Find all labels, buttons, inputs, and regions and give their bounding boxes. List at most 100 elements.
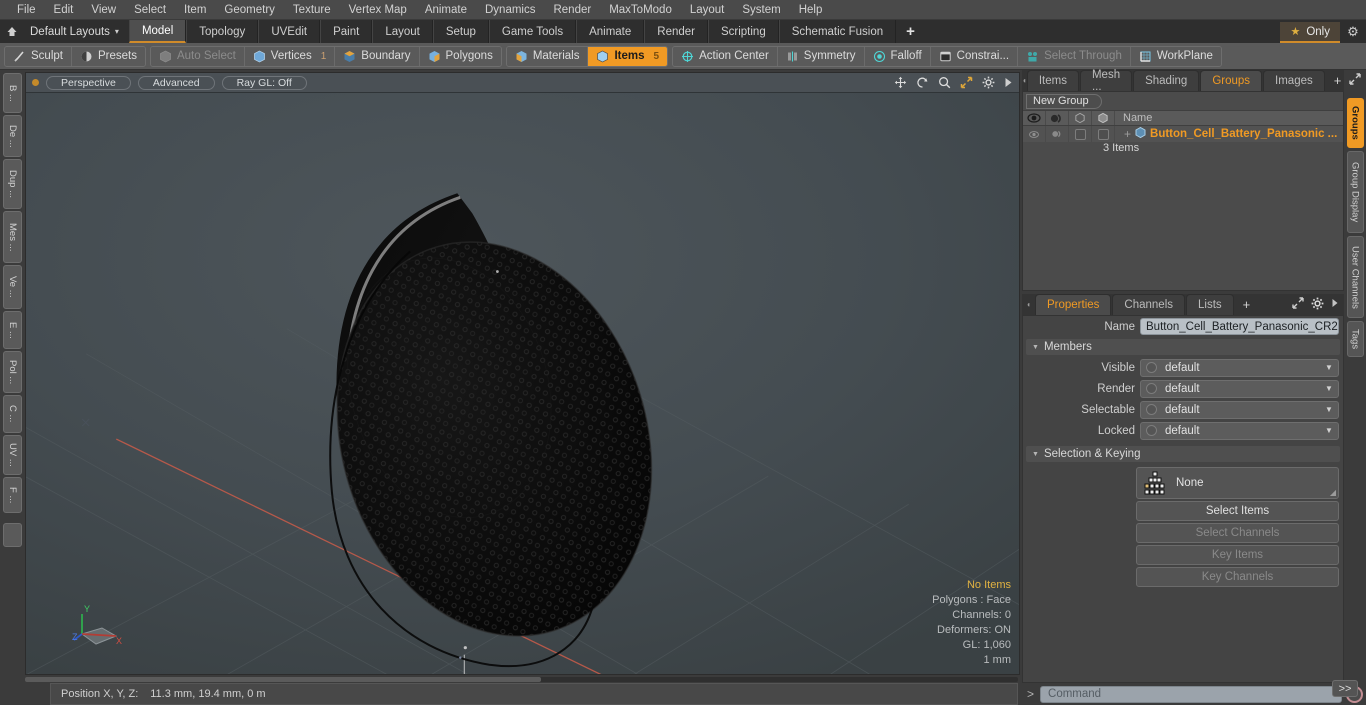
- gear-icon[interactable]: ⚙: [1340, 20, 1366, 43]
- viewport-shading-selector[interactable]: Advanced: [137, 75, 215, 90]
- menu-select[interactable]: Select: [125, 0, 175, 20]
- workplane-button[interactable]: WorkPlane: [1130, 46, 1221, 66]
- right-tab-user-channels[interactable]: User Channels: [1346, 236, 1364, 318]
- scrollbar-track[interactable]: [25, 676, 1018, 682]
- locked-radio[interactable]: [1146, 425, 1157, 436]
- left-tab-uv[interactable]: UV ...: [3, 435, 22, 475]
- action-center-button[interactable]: Action Center: [673, 46, 778, 66]
- select-items-button[interactable]: Select Items: [1136, 501, 1339, 521]
- chevron-down-icon[interactable]: ▼: [1320, 426, 1338, 435]
- menu-render[interactable]: Render: [544, 0, 600, 20]
- locked-dropdown[interactable]: default ▼: [1140, 421, 1339, 440]
- render-dropdown[interactable]: default ▼: [1140, 379, 1339, 398]
- menu-maxtomodo[interactable]: MaxToModo: [600, 0, 681, 20]
- gear-icon[interactable]: [982, 76, 995, 89]
- column-solid-icon[interactable]: [1092, 111, 1115, 125]
- menu-item[interactable]: Item: [175, 0, 215, 20]
- panel-tab-images[interactable]: Images: [1263, 70, 1325, 91]
- viewport-horizontal-scrollbar[interactable]: [25, 675, 1020, 683]
- items-button[interactable]: Items 5: [588, 46, 668, 66]
- tab-channels[interactable]: Channels: [1112, 294, 1186, 315]
- row-render-toggle[interactable]: [1046, 126, 1069, 142]
- tab-layout[interactable]: Layout: [372, 20, 433, 43]
- materials-button[interactable]: Materials: [506, 46, 589, 66]
- expand-icon[interactable]: [1349, 73, 1362, 88]
- left-tab-extra[interactable]: [3, 523, 22, 547]
- new-group-button[interactable]: New Group: [1026, 93, 1102, 109]
- column-wireframe-icon[interactable]: [1069, 111, 1092, 125]
- only-toggle-button[interactable]: ★ Only: [1280, 22, 1340, 43]
- chevron-down-icon[interactable]: ▼: [1320, 363, 1338, 372]
- menu-geometry[interactable]: Geometry: [215, 0, 284, 20]
- scrollbar-thumb[interactable]: [25, 676, 542, 682]
- left-tab-fusion[interactable]: F ...: [3, 477, 22, 513]
- right-tab-groups[interactable]: Groups: [1346, 98, 1364, 148]
- row-name-cell[interactable]: + Button_Cell_Battery_Panasonic ...: [1115, 126, 1343, 142]
- panel-tab-items[interactable]: Items: [1026, 70, 1079, 91]
- left-tab-curve[interactable]: C ...: [3, 395, 22, 433]
- vertices-button[interactable]: Vertices 1: [244, 46, 336, 66]
- table-row[interactable]: + Button_Cell_Battery_Panasonic ...: [1023, 126, 1343, 142]
- presets-button[interactable]: Presets: [71, 46, 145, 66]
- visible-dropdown[interactable]: default ▼: [1140, 358, 1339, 377]
- column-name-header[interactable]: Name: [1115, 111, 1343, 125]
- menu-file[interactable]: File: [8, 0, 45, 20]
- tab-paint[interactable]: Paint: [320, 20, 373, 43]
- viewport-raygl-selector[interactable]: Ray GL: Off: [221, 75, 307, 90]
- gear-icon[interactable]: [1311, 297, 1324, 313]
- properties-add-tab-button[interactable]: +: [1235, 294, 1259, 315]
- auto-select-button[interactable]: Auto Select: [150, 46, 245, 66]
- left-tab-deform[interactable]: De ...: [3, 115, 22, 157]
- home-icon[interactable]: [0, 20, 24, 43]
- properties-grip-icon[interactable]: ◖: [1022, 294, 1035, 315]
- viewport-3d-canvas[interactable]: Y X Z No Items Polygons : Face Channels:…: [26, 93, 1019, 674]
- panel-tab-mesh[interactable]: Mesh ...: [1079, 69, 1133, 93]
- left-tab-vertex[interactable]: Ve ...: [3, 265, 22, 309]
- tab-uvedit[interactable]: UVEdit: [258, 20, 321, 43]
- sculpt-button[interactable]: Sculpt: [5, 46, 72, 66]
- row-eye-toggle[interactable]: [1023, 126, 1046, 142]
- menu-dynamics[interactable]: Dynamics: [476, 0, 544, 20]
- right-tab-group-display[interactable]: Group Display: [1346, 151, 1364, 233]
- tab-scripting[interactable]: Scripting: [707, 20, 779, 43]
- key-channels-button[interactable]: Key Channels: [1136, 567, 1339, 587]
- members-section-header[interactable]: ▼ Members: [1026, 339, 1340, 355]
- name-input[interactable]: Button_Cell_Battery_Panasonic_CR20: [1140, 318, 1339, 335]
- left-tab-edge[interactable]: E ...: [3, 311, 22, 349]
- polygons-button[interactable]: Polygons: [419, 46, 501, 66]
- left-tab-mesh-edit[interactable]: Mes ...: [3, 211, 22, 263]
- select-through-button[interactable]: Select Through: [1018, 46, 1131, 66]
- tab-setup[interactable]: Setup: [432, 20, 489, 43]
- tab-animate[interactable]: Animate: [576, 20, 645, 43]
- menu-vertex-map[interactable]: Vertex Map: [340, 0, 416, 20]
- fit-icon[interactable]: [960, 76, 973, 89]
- expand-icon[interactable]: [1292, 297, 1304, 312]
- panel-add-tab-button[interactable]: +: [1326, 70, 1350, 91]
- tab-game-tools[interactable]: Game Tools: [488, 20, 577, 43]
- row-wire-checkbox[interactable]: [1069, 126, 1092, 142]
- select-channels-button[interactable]: Select Channels: [1136, 523, 1339, 543]
- play-icon[interactable]: [1004, 77, 1013, 88]
- chevron-down-icon[interactable]: ▼: [1320, 405, 1338, 414]
- groups-list-body[interactable]: + Button_Cell_Battery_Panasonic ... 3 It…: [1023, 126, 1343, 290]
- menu-layout[interactable]: Layout: [681, 0, 734, 20]
- resize-corner-icon[interactable]: ◢: [1330, 488, 1336, 497]
- viewport-projection-selector[interactable]: Perspective: [46, 75, 131, 90]
- chevron-down-icon[interactable]: ▼: [1320, 384, 1338, 393]
- menu-view[interactable]: View: [82, 0, 125, 20]
- tab-render[interactable]: Render: [644, 20, 708, 43]
- more-options-button[interactable]: >>: [1332, 680, 1358, 697]
- left-tab-basic[interactable]: B ...: [3, 73, 22, 113]
- symmetry-button[interactable]: Symmetry: [777, 46, 865, 66]
- tab-schematic-fusion[interactable]: Schematic Fusion: [778, 20, 897, 43]
- visible-radio[interactable]: [1146, 362, 1157, 373]
- row-solid-checkbox[interactable]: [1092, 126, 1115, 142]
- left-tab-duplicate[interactable]: Dup ...: [3, 159, 22, 209]
- caret-right-icon[interactable]: [1331, 298, 1339, 311]
- constraint-button[interactable]: Constrai...: [930, 46, 1019, 66]
- command-input[interactable]: Command: [1040, 685, 1342, 703]
- column-render-icon[interactable]: [1046, 111, 1069, 125]
- expand-row-icon[interactable]: +: [1124, 128, 1131, 140]
- falloff-button[interactable]: Falloff: [864, 46, 931, 66]
- panel-tab-groups[interactable]: Groups: [1200, 70, 1263, 91]
